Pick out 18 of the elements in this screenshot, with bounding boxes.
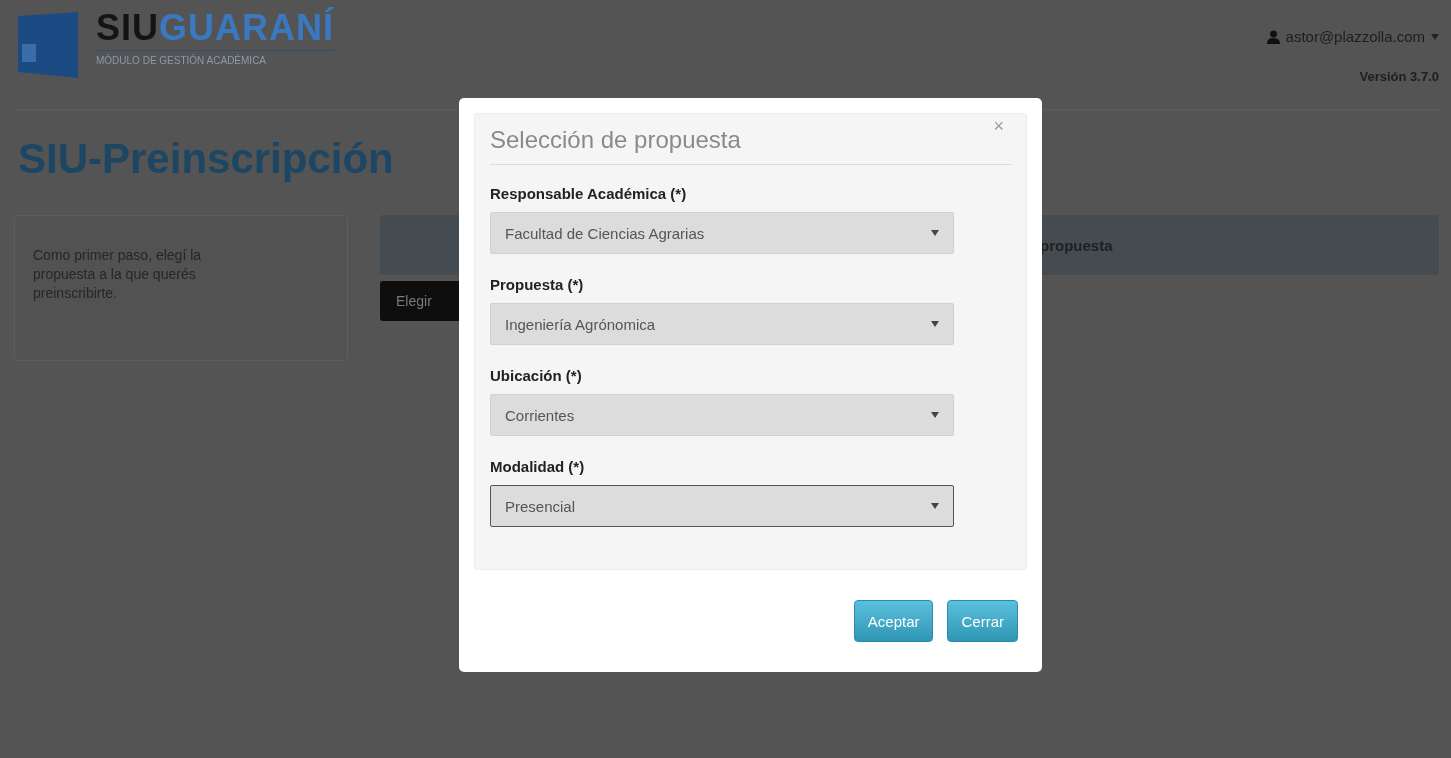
page-title: SIU-Preinscripción — [18, 135, 394, 183]
field-label: Modalidad (*) — [490, 458, 586, 475]
select-field[interactable]: Corrientes — [490, 394, 954, 436]
brand-name: SIUGUARANÍ — [96, 8, 334, 51]
select-field[interactable]: Presencial — [490, 485, 954, 527]
select-field[interactable]: Facultad de Ciencias Agrarias — [490, 212, 954, 254]
field-label: Responsable Académica (*) — [490, 185, 688, 202]
accept-button[interactable]: Aceptar — [853, 600, 934, 642]
user-icon — [1266, 29, 1280, 44]
close-button[interactable]: Cerrar — [947, 600, 1018, 642]
caret-icon — [931, 503, 939, 509]
select-field[interactable]: Ingeniería Agrónomica — [490, 303, 954, 345]
brand-subtitle: MÓDULO DE GESTIÓN ACADÉMICA — [96, 53, 268, 66]
caret-icon — [931, 412, 939, 418]
caret-icon — [931, 230, 939, 236]
caret-icon — [1431, 33, 1439, 40]
field-label: Ubicación (*) — [490, 367, 583, 384]
caret-icon — [931, 321, 939, 327]
